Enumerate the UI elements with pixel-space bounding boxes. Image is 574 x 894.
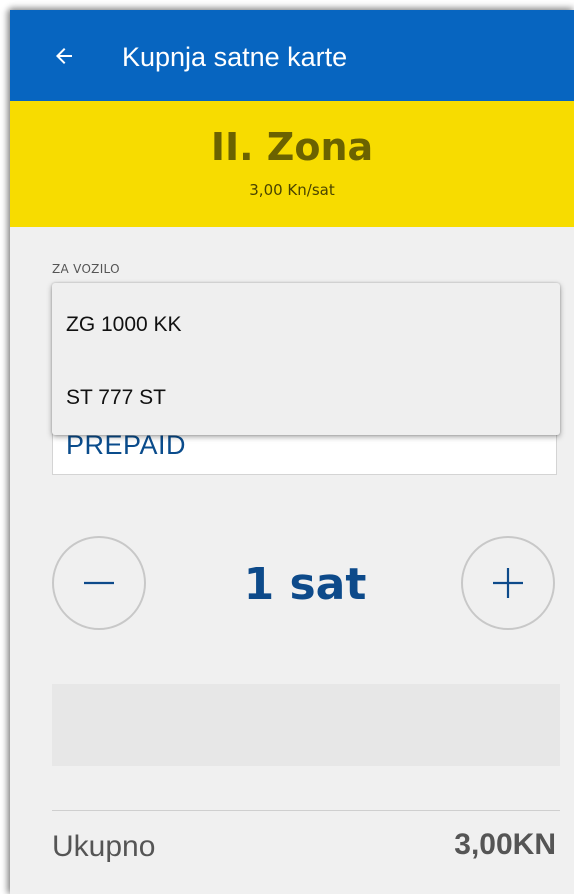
decrease-duration-button[interactable] bbox=[52, 536, 146, 630]
vehicle-option-st-777-st[interactable]: ST 777 ST bbox=[52, 363, 560, 433]
page-title: Kupnja satne karte bbox=[122, 42, 348, 72]
vehicle-option-zg-1000-kk[interactable]: ZG 1000 KK bbox=[52, 290, 560, 360]
total-value: 3,00KN bbox=[454, 828, 556, 861]
app-bar: Kupnja satne karte bbox=[10, 10, 574, 101]
back-button[interactable] bbox=[46, 38, 82, 74]
zone-name: II. Zona bbox=[210, 125, 374, 169]
total-label: Ukupno bbox=[52, 830, 156, 863]
minus-icon bbox=[84, 581, 114, 585]
vehicle-section-label: ZA VOZILO bbox=[52, 262, 120, 276]
duration-value: 1 sat bbox=[243, 559, 367, 610]
zone-rate: 3,00 Kn/sat bbox=[249, 181, 335, 199]
divider bbox=[52, 810, 560, 811]
increase-duration-button[interactable] bbox=[461, 536, 555, 630]
app-screen: Kupnja satne karte II. Zona 3,00 Kn/sat … bbox=[10, 10, 574, 894]
plus-icon bbox=[493, 568, 523, 598]
arrow-left-icon bbox=[56, 48, 72, 64]
vehicle-dropdown-menu: ZG 1000 KK ST 777 ST bbox=[52, 283, 560, 435]
info-panel bbox=[52, 684, 560, 766]
zone-banner: II. Zona 3,00 Kn/sat bbox=[10, 101, 574, 227]
